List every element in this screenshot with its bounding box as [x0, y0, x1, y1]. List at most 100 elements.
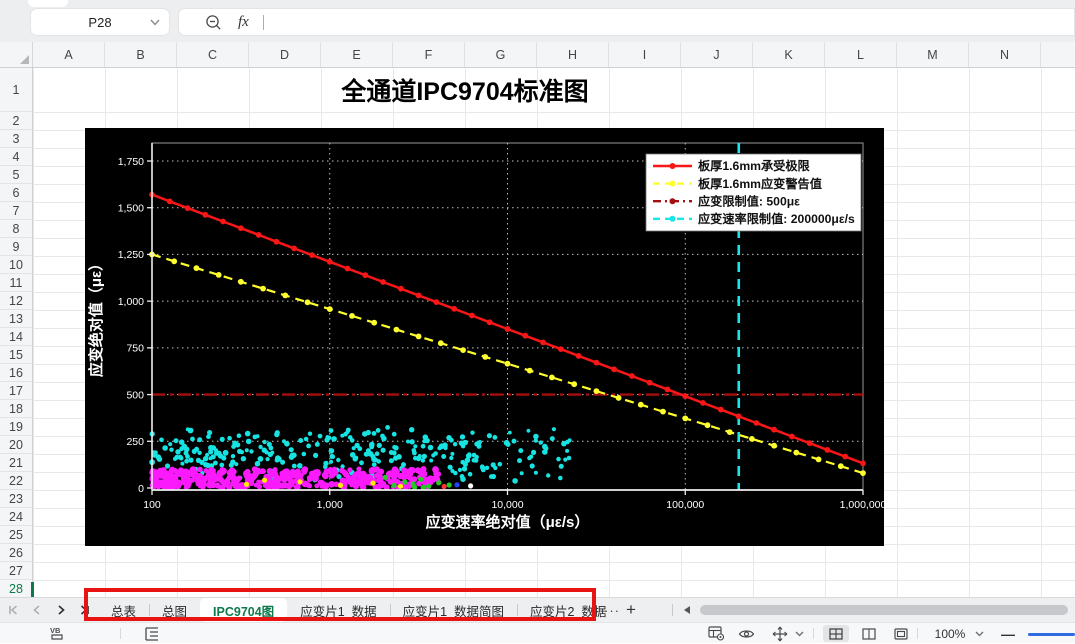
first-sheet-button[interactable]: [6, 602, 22, 618]
row-header-23[interactable]: 23: [0, 490, 32, 508]
legend-marker: [670, 198, 676, 204]
row-header-18[interactable]: 18: [0, 400, 32, 418]
row-header-25[interactable]: 25: [0, 526, 32, 544]
row-header-20[interactable]: 20: [0, 436, 32, 454]
column-header-G[interactable]: G: [465, 42, 537, 67]
column-header-B[interactable]: B: [105, 42, 177, 67]
column-header-F[interactable]: F: [393, 42, 465, 67]
column-header-J[interactable]: J: [681, 42, 753, 67]
fx-icon: fx: [238, 14, 249, 31]
chevron-down-icon[interactable]: [150, 19, 160, 26]
sheet-tab-3[interactable]: IPC9704图: [200, 598, 287, 622]
row-header-7[interactable]: 7: [0, 202, 32, 220]
view-page-layout-button[interactable]: [888, 625, 914, 642]
move-chevron-icon[interactable]: [793, 623, 805, 644]
blue-points: [454, 482, 459, 487]
zoom-level-label[interactable]: 100%: [931, 623, 969, 644]
row-header-4[interactable]: 4: [0, 148, 32, 166]
column-header-A[interactable]: A: [33, 42, 105, 67]
eye-icon[interactable]: [734, 623, 758, 644]
column-header-D[interactable]: D: [249, 42, 321, 67]
chart-object[interactable]: 02505007501,0001,2501,5001,7501001,00010…: [85, 128, 884, 546]
column-header-partial[interactable]: [1041, 42, 1075, 67]
column-header-M[interactable]: M: [897, 42, 969, 67]
formula-input-cursor[interactable]: [263, 15, 264, 30]
column-header-L[interactable]: L: [825, 42, 897, 67]
x-tick-label: 100,000: [666, 499, 704, 511]
sheet-grid[interactable]: 全通道IPC9704标准图 02505007501,0001,2501,5001…: [33, 68, 1075, 597]
column-header-H[interactable]: H: [537, 42, 609, 67]
row-header-2[interactable]: 2: [0, 112, 32, 130]
row-header-17[interactable]: 17: [0, 382, 32, 400]
selected-row-indicator: [31, 582, 34, 597]
board-settings-icon[interactable]: [703, 623, 729, 644]
row-header-22[interactable]: 22: [0, 472, 32, 490]
scrollbar-divider: [672, 604, 673, 616]
row-header-5[interactable]: 5: [0, 166, 32, 184]
select-all-corner[interactable]: [0, 42, 33, 67]
scroll-left-arrow[interactable]: [684, 606, 690, 614]
row-header-13[interactable]: 13: [0, 310, 32, 328]
row-header-19[interactable]: 19: [0, 418, 32, 436]
y-tick-label: 0: [138, 483, 144, 495]
x-tick-label: 10,000: [491, 499, 523, 511]
column-header-N[interactable]: N: [969, 42, 1041, 67]
titlebar-stub: [28, 0, 68, 7]
sheet-tab-4[interactable]: 应变片1_数据: [287, 598, 389, 622]
sheet-tab-1[interactable]: 总表: [98, 598, 149, 622]
row-header-28[interactable]: 28: [0, 580, 32, 597]
cell-reference-box[interactable]: P28: [30, 8, 170, 36]
row-header-12[interactable]: 12: [0, 292, 32, 310]
x-tick-label: 1,000: [317, 499, 343, 511]
column-headers: ABCDEFGHIJKLMN: [0, 42, 1075, 68]
row-header-24[interactable]: 24: [0, 508, 32, 526]
column-header-K[interactable]: K: [753, 42, 825, 67]
statusbar-divider: [813, 628, 814, 639]
zoom-out-icon[interactable]: [205, 14, 222, 31]
zoom-out-button[interactable]: —: [999, 623, 1017, 644]
magenta-scatter: [149, 466, 441, 491]
move-selection-icon[interactable]: [768, 623, 792, 644]
row-header-16[interactable]: 16: [0, 364, 32, 382]
ipc9704-chart: 02505007501,0001,2501,5001,7501001,00010…: [85, 128, 884, 546]
legend-marker: [670, 216, 676, 222]
row-header-11[interactable]: 11: [0, 274, 32, 292]
legend-marker: [670, 163, 676, 169]
row-header-9[interactable]: 9: [0, 238, 32, 256]
previous-sheet-button[interactable]: [28, 602, 44, 618]
macro-vb-icon[interactable]: VB: [46, 623, 72, 644]
formula-bar[interactable]: fx: [178, 8, 1075, 36]
x-tick-label: 1,000,000: [840, 499, 884, 511]
x-tick-label: 100: [143, 499, 161, 511]
row-header-1[interactable]: 1: [0, 68, 32, 112]
zoom-slider[interactable]: [1028, 633, 1075, 636]
row-header-27[interactable]: 27: [0, 562, 32, 580]
row-header-14[interactable]: 14: [0, 328, 32, 346]
more-sheets-button[interactable]: ···: [604, 598, 620, 622]
sheet-title-cell[interactable]: 全通道IPC9704标准图: [265, 70, 665, 110]
view-page-break-button[interactable]: [856, 625, 882, 642]
row-header-3[interactable]: 3: [0, 130, 32, 148]
row-header-8[interactable]: 8: [0, 220, 32, 238]
column-header-E[interactable]: E: [321, 42, 393, 67]
last-sheet-button[interactable]: [76, 602, 92, 618]
series-line-0: [149, 192, 866, 467]
sheet-tab-5[interactable]: 应变片1_数据简图: [390, 598, 517, 622]
outline-panel-icon[interactable]: [140, 623, 164, 644]
next-sheet-button[interactable]: [53, 602, 69, 618]
zoom-chevron-icon[interactable]: [973, 623, 985, 644]
row-header-21[interactable]: 21: [0, 454, 32, 472]
column-header-I[interactable]: I: [609, 42, 681, 67]
y-tick-label: 1,750: [118, 156, 144, 168]
sheet-tab-2[interactable]: 总图: [149, 598, 200, 622]
row-header-15[interactable]: 15: [0, 346, 32, 364]
add-sheet-button[interactable]: +: [626, 598, 636, 622]
sheet-tab-bar: 总表总图IPC9704图应变片1_数据应变片1_数据简图应变片2_数据 ··· …: [0, 597, 1075, 622]
row-header-6[interactable]: 6: [0, 184, 32, 202]
row-header-26[interactable]: 26: [0, 544, 32, 562]
row-header-10[interactable]: 10: [0, 256, 32, 274]
horizontal-scrollbar[interactable]: [700, 605, 1068, 615]
column-header-C[interactable]: C: [177, 42, 249, 67]
x-axis-title: 应变速率绝对值（με/s）: [426, 513, 590, 531]
view-normal-button[interactable]: [823, 625, 849, 642]
